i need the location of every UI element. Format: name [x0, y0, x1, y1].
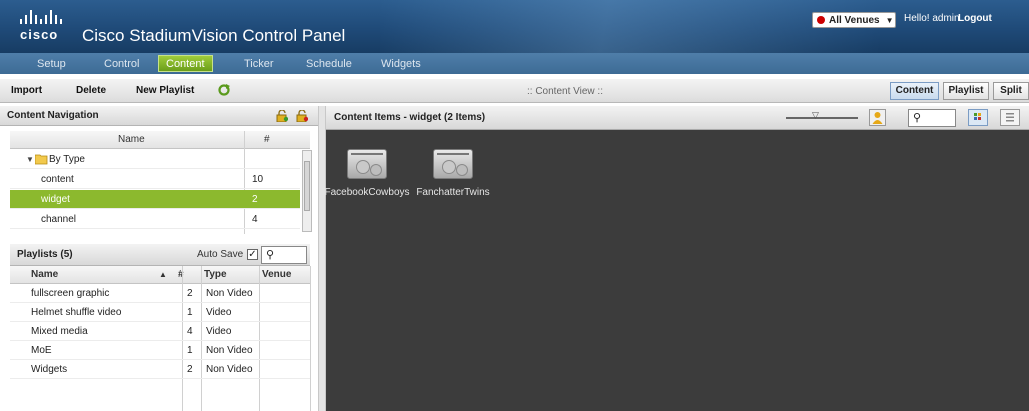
playlist-name: Helmet shuffle video	[31, 307, 122, 318]
search-icon: ⚲	[266, 249, 275, 261]
playlist-row[interactable]: Helmet shuffle video 1 Video	[10, 303, 310, 322]
unlock-icon[interactable]	[276, 110, 288, 122]
tree-group-by-type[interactable]: ▼ By Type	[10, 150, 300, 169]
tree-item-label: channel	[41, 214, 77, 225]
brand-name: cisco	[20, 27, 59, 42]
playlist-type: Video	[206, 326, 232, 337]
tree-item-label: widget	[41, 194, 70, 205]
widget-thumbnail-icon	[433, 149, 473, 179]
playlist-row[interactable]: Widgets 2 Non Video	[10, 360, 310, 379]
playlist-row[interactable]: fullscreen graphic 2 Non Video	[10, 284, 310, 303]
app-header: cisco Cisco StadiumVision Control Panel …	[0, 0, 1029, 53]
content-nav-grid-header: Name #	[10, 131, 310, 149]
content-items-panel: Content Items - widget (2 Items) ▽ ⚲ Fac…	[324, 106, 1029, 411]
tree-item-content[interactable]: content 10	[10, 170, 300, 189]
tree-item-count: 4	[252, 214, 258, 225]
chevron-down-icon: ▼	[885, 15, 894, 25]
expand-arrow-icon[interactable]: ▼	[26, 150, 34, 169]
widget-thumbnail-icon	[347, 149, 387, 179]
nav-col-name: Name	[118, 134, 145, 145]
content-navigation-header: Content Navigation	[0, 106, 318, 126]
playlists-title: Playlists (5)	[17, 249, 73, 260]
view-playlist-button[interactable]: Playlist	[943, 82, 989, 100]
playlist-type: Non Video	[206, 345, 253, 356]
tab-setup[interactable]: Setup	[37, 56, 66, 72]
zoom-slider[interactable]: ▽	[786, 110, 858, 120]
playlist-name: MoE	[31, 345, 52, 356]
playlist-type: Non Video	[206, 364, 253, 375]
content-item-label: FanchatterTwins	[416, 187, 490, 198]
toolbar: Import Delete New Playlist :: Content Vi…	[0, 79, 1029, 103]
playlist-row[interactable]: Mixed media 4 Video	[10, 322, 310, 341]
playlist-count: 1	[187, 345, 193, 356]
tab-schedule[interactable]: Schedule	[306, 56, 352, 72]
tab-widgets[interactable]: Widgets	[381, 56, 421, 72]
logout-link[interactable]: Logout	[958, 13, 992, 24]
content-item[interactable]: FanchatterTwins	[408, 149, 498, 198]
content-search-input[interactable]: ⚲	[908, 109, 956, 127]
user-greeting: Hello! admin	[904, 13, 960, 24]
venue-dropdown[interactable]: All Venues ▼	[812, 12, 896, 28]
nav-scrollbar[interactable]	[302, 150, 312, 232]
cisco-logo: cisco	[20, 10, 66, 46]
list-view-icon[interactable]	[1000, 109, 1020, 126]
header-sheen	[380, 0, 880, 53]
folder-open-icon	[35, 154, 48, 165]
app-title: Cisco StadiumVision Control Panel	[82, 26, 346, 45]
nav-scrollbar-thumb[interactable]	[304, 161, 310, 211]
playlist-count: 2	[187, 364, 193, 375]
tree-item-count: 2	[252, 194, 258, 205]
tree-group-label: By Type	[49, 154, 85, 165]
tree-item-count: 10	[252, 174, 264, 185]
playlist-type: Video	[206, 307, 232, 318]
playlist-count: 4	[187, 326, 193, 337]
content-item[interactable]: FacebookCowboys	[322, 149, 412, 198]
playlist-search-input[interactable]: ⚲	[261, 246, 307, 264]
refresh-icon[interactable]	[217, 83, 231, 97]
content-item-label: FacebookCowboys	[324, 187, 410, 198]
zoom-slider-thumb[interactable]: ▽	[812, 110, 819, 121]
nav-col-count: #	[264, 134, 270, 145]
playlist-name: Mixed media	[31, 326, 88, 337]
tab-ticker[interactable]: Ticker	[244, 56, 274, 72]
content-view-label: :: Content View ::	[527, 86, 603, 97]
playlist-name: Widgets	[31, 364, 68, 375]
view-content-button[interactable]: Content	[890, 82, 939, 100]
playlist-type: Non Video	[206, 288, 253, 299]
content-navigation-title: Content Navigation	[7, 110, 99, 121]
playlist-name: fullscreen graphic	[31, 288, 110, 299]
grid-view-icon[interactable]	[968, 109, 988, 126]
lock-icon[interactable]	[296, 110, 308, 122]
status-dot-icon	[817, 16, 825, 24]
new-playlist-button[interactable]: New Playlist	[136, 85, 194, 96]
main-tabs: Setup Control Content Ticker Schedule Wi…	[0, 53, 1029, 74]
person-icon[interactable]	[869, 109, 886, 126]
tab-control[interactable]: Control	[104, 56, 139, 72]
tree-item-label: content	[41, 174, 74, 185]
left-panel: Content Navigation Name # ▼ By Type cont…	[0, 106, 318, 411]
venue-dropdown-value: All Venues	[829, 14, 880, 26]
playlist-col-name[interactable]: Name	[31, 266, 58, 284]
delete-button[interactable]: Delete	[76, 85, 106, 96]
import-button[interactable]: Import	[11, 85, 42, 96]
playlist-row[interactable]: MoE 1 Non Video	[10, 341, 310, 360]
content-items-header: Content Items - widget (2 Items) ▽ ⚲	[326, 106, 1029, 130]
search-icon: ⚲	[913, 112, 922, 124]
tree-item-widget[interactable]: widget 2	[10, 190, 300, 209]
playlist-grid-header: Name ▲ # Type Venue	[10, 266, 310, 284]
sort-up-icon[interactable]: ▲	[159, 266, 167, 284]
auto-save-label: Auto Save	[197, 249, 244, 260]
auto-save-checkbox[interactable]: ✓	[247, 249, 258, 260]
tree-item-channel[interactable]: channel 4	[10, 210, 300, 229]
view-split-button[interactable]: Split	[993, 82, 1029, 100]
tab-content[interactable]: Content	[158, 55, 213, 72]
playlist-col-venue[interactable]: Venue	[262, 266, 291, 284]
playlist-col-type[interactable]: Type	[204, 266, 227, 284]
playlist-count: 2	[187, 288, 193, 299]
content-items-title: Content Items - widget (2 Items)	[334, 112, 486, 123]
playlist-count: 1	[187, 307, 193, 318]
